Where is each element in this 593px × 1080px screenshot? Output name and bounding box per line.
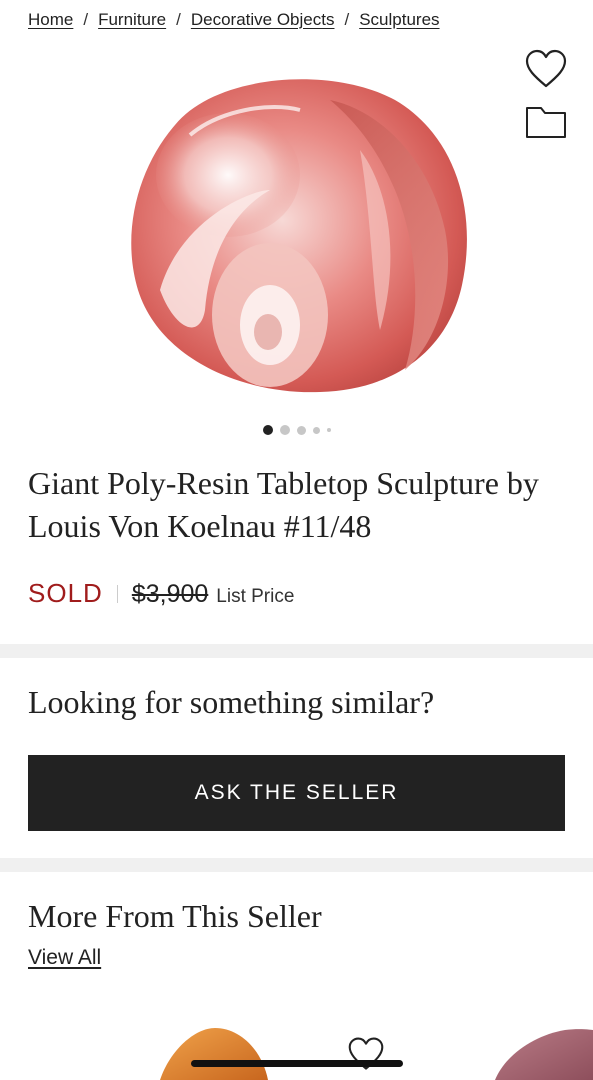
carousel-dot[interactable]: [279, 425, 290, 435]
breadcrumb-sculptures[interactable]: Sculptures: [359, 10, 439, 30]
breadcrumb-decorative-objects[interactable]: Decorative Objects: [191, 10, 335, 30]
product-image: [131, 79, 467, 393]
ask-the-seller-button[interactable]: ASK THE SELLER: [28, 755, 565, 831]
carousel-dot[interactable]: [296, 425, 306, 435]
sold-status: SOLD: [28, 578, 103, 608]
price-divider: [116, 584, 118, 603]
carousel-pagination: [0, 425, 593, 435]
breadcrumb-furniture[interactable]: Furniture: [98, 10, 166, 30]
carousel-dot-active[interactable]: [262, 425, 273, 435]
breadcrumb-separator: /: [83, 10, 89, 29]
seller-items-carousel[interactable]: [0, 1010, 593, 1080]
more-from-seller-heading: More From This Seller: [28, 898, 322, 934]
section-divider: [0, 858, 593, 872]
heart-icon: [525, 49, 567, 88]
product-title: Giant Poly-Resin Tabletop Sculpture by L…: [28, 465, 539, 544]
home-indicator: [191, 1060, 403, 1067]
view-all-link[interactable]: View All: [28, 946, 101, 970]
similar-heading: Looking for something similar?: [28, 684, 435, 720]
save-to-folder-button[interactable]: [524, 104, 568, 140]
carousel-dot[interactable]: [312, 426, 320, 434]
list-price: $3,900: [131, 580, 209, 608]
breadcrumb-separator: /: [176, 10, 181, 29]
folder-icon: [526, 107, 566, 138]
list-price-label: List Price: [216, 586, 295, 607]
breadcrumb-separator: /: [344, 10, 350, 29]
price-row: SOLD $3,900 List Price: [28, 578, 294, 609]
product-image-carousel[interactable]: [0, 40, 593, 420]
breadcrumb-home[interactable]: Home: [28, 10, 73, 30]
section-divider: [0, 644, 593, 658]
carousel-dot[interactable]: [326, 428, 331, 432]
favorite-button[interactable]: [524, 48, 568, 90]
seller-item-thumbnails: [160, 1028, 593, 1080]
breadcrumb: Home / Furniture / Decorative Objects / …: [28, 10, 440, 30]
